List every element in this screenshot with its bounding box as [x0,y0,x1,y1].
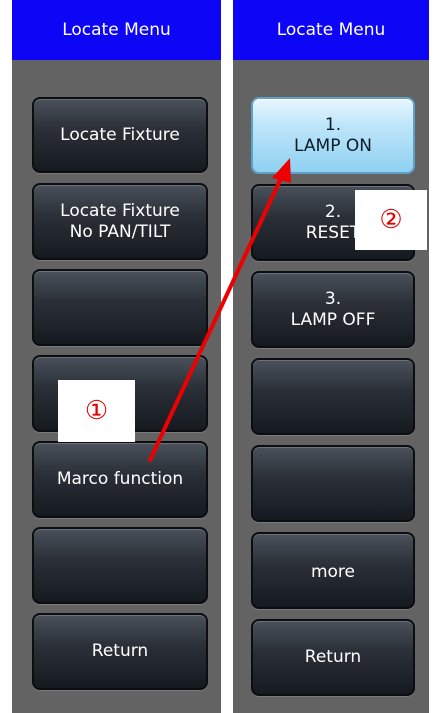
red-arrow-icon [148,158,291,462]
